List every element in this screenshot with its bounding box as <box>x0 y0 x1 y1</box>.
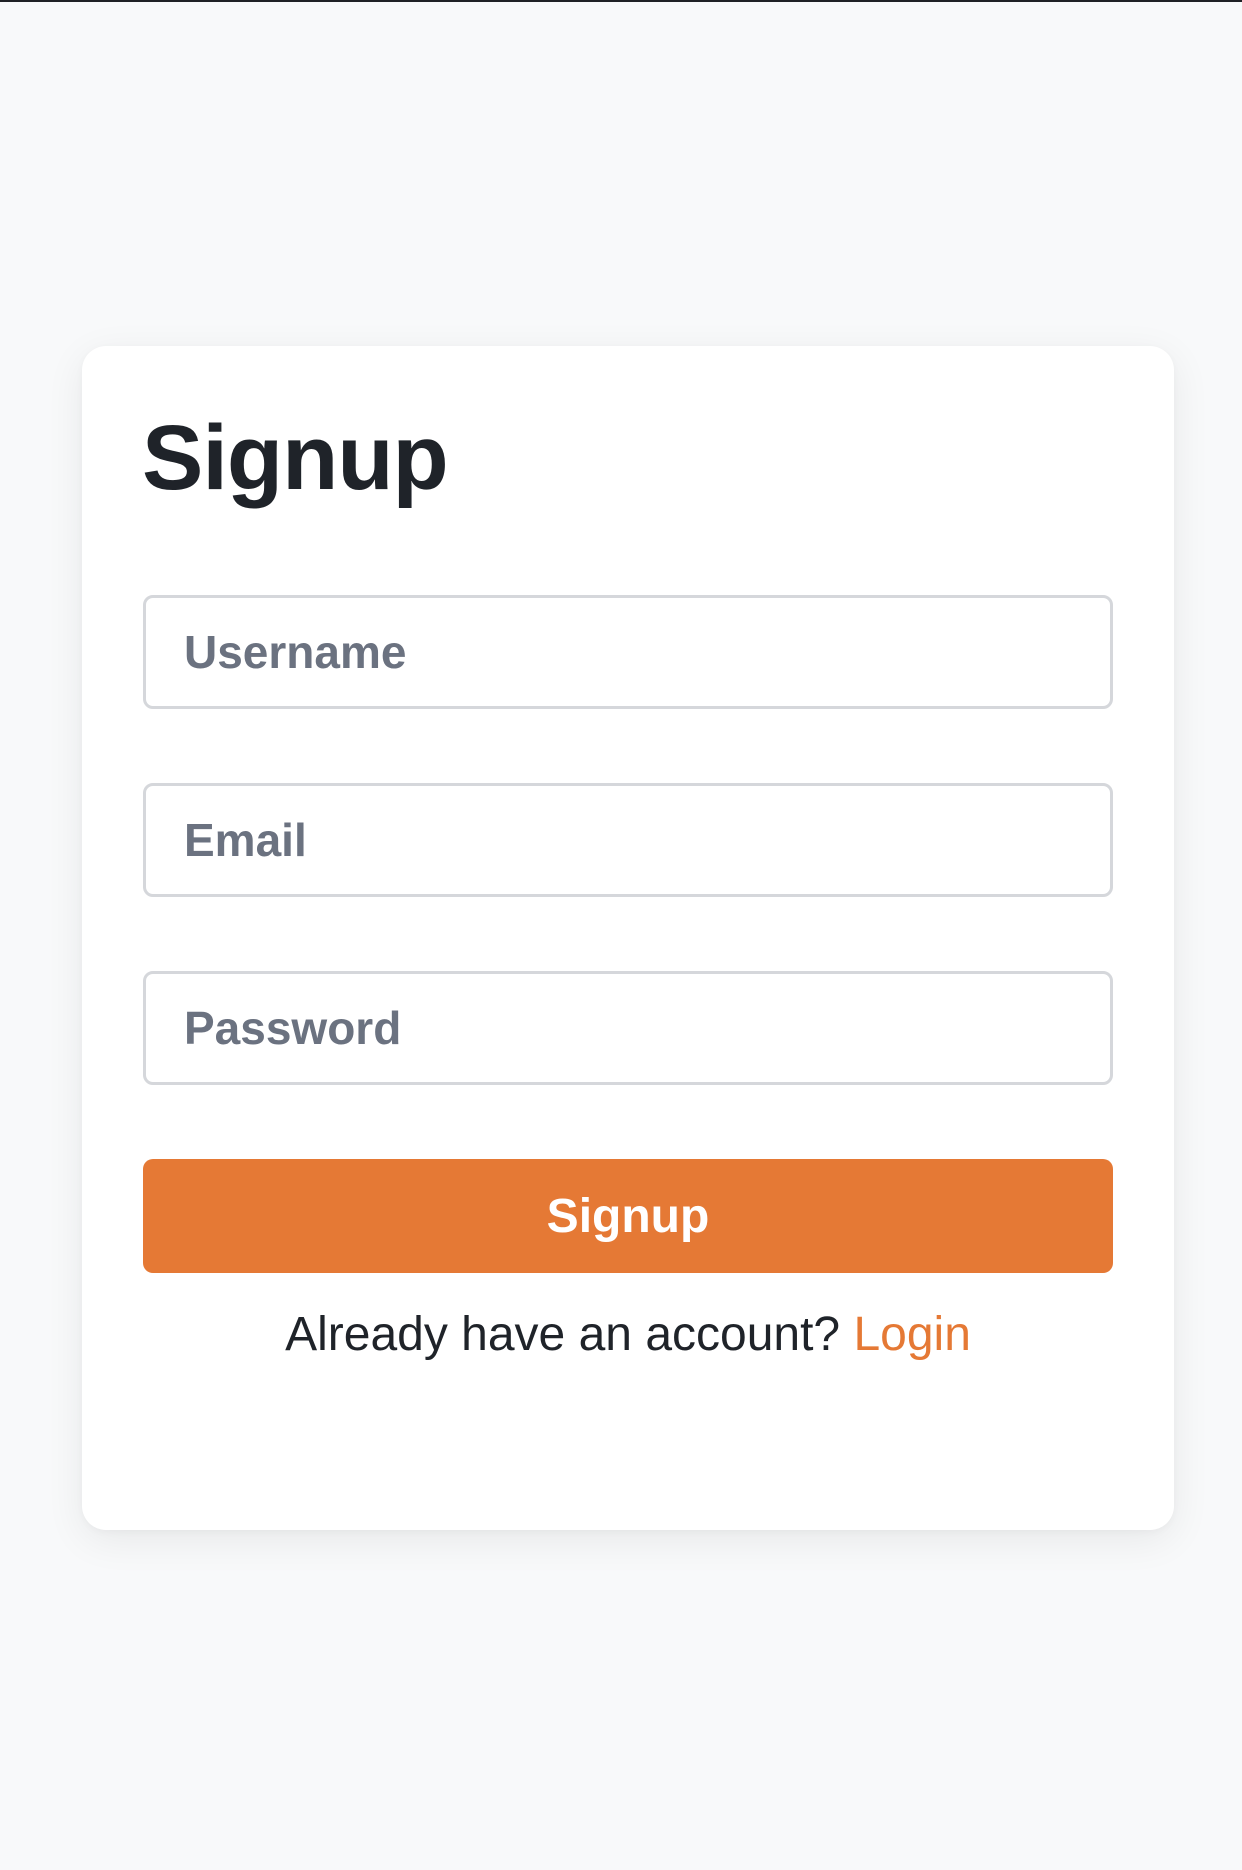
top-edge-line <box>0 0 1242 2</box>
signup-card: Signup Signup Already have an account? L… <box>82 346 1174 1530</box>
login-prompt-text: Already have an account? <box>285 1308 841 1361</box>
email-input[interactable] <box>143 783 1113 897</box>
username-input[interactable] <box>143 595 1113 709</box>
login-prompt: Already have an account? Login <box>82 1306 1174 1364</box>
signup-button[interactable]: Signup <box>143 1159 1113 1273</box>
login-link[interactable]: Login <box>853 1308 970 1361</box>
page-title: Signup <box>142 407 449 509</box>
password-input[interactable] <box>143 971 1113 1085</box>
